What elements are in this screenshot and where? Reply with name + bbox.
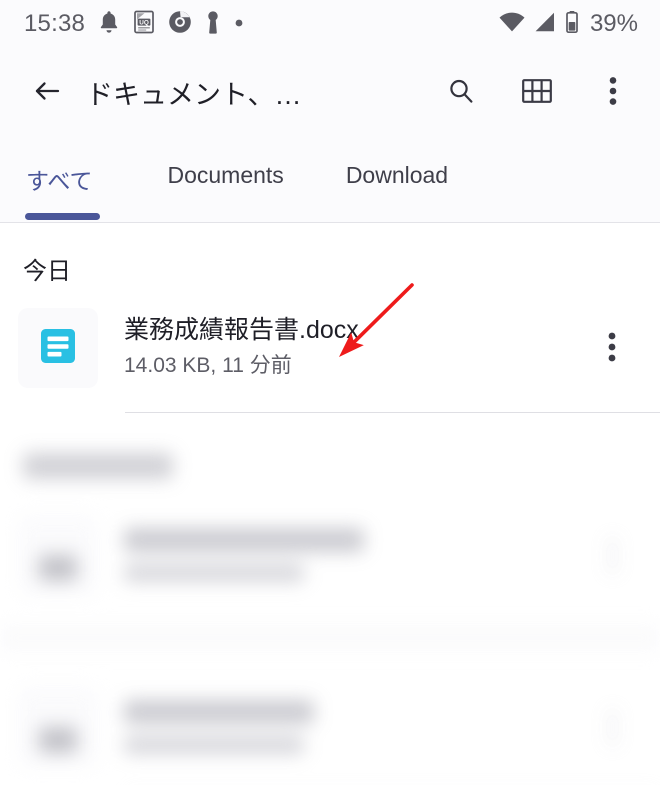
redacted-thumbnail: [18, 515, 98, 595]
redacted-file-info: [124, 528, 588, 582]
redacted-file-meta: [124, 564, 304, 582]
status-bar-left: 15:38 UQ: [24, 10, 244, 39]
grid-view-button[interactable]: [512, 67, 562, 117]
status-bar-clock: 15:38: [24, 10, 86, 37]
svg-text:UQ: UQ: [139, 19, 149, 26]
file-name: 業務成績報告書.docx: [124, 316, 359, 345]
notification-bell-icon: [98, 10, 120, 39]
search-icon: [446, 76, 476, 109]
tab-bar: すべて Documents Download: [0, 136, 660, 222]
app-bar-actions: [436, 67, 638, 117]
section-header-today: 今日: [23, 258, 71, 285]
key-silhouette-icon: [205, 10, 221, 39]
redacted-section-header: [23, 453, 173, 479]
grid-view-icon: [522, 78, 552, 107]
document-file-icon: [36, 324, 80, 373]
android-files-app-screen: 15:38 UQ 39% ドキュメント、… すべて Documents Down…: [0, 0, 660, 785]
redacted-file-meta: [124, 736, 304, 754]
tab-all[interactable]: すべて: [26, 162, 92, 196]
file-meta: 14.03 KB, 11 分前: [124, 354, 292, 378]
dot-icon: [234, 15, 244, 33]
tab-documents[interactable]: Documents: [167, 162, 283, 189]
chrome-icon: [168, 10, 192, 39]
battery-icon: [564, 10, 580, 39]
page-title: ドキュメント、…: [86, 79, 302, 110]
app-bar: ドキュメント、…: [0, 48, 660, 136]
file-info: 業務成績報告書.docx 14.03 KB, 11 分前: [124, 315, 588, 381]
redacted-thumbnail: [18, 687, 98, 767]
back-button[interactable]: [22, 67, 72, 117]
file-thumbnail: [18, 308, 98, 388]
file-list: 今日 業務成績報告書.docx 14.03 KB, 11 分前: [0, 223, 660, 785]
tab-download[interactable]: Download: [346, 162, 448, 189]
overflow-menu-icon: [609, 76, 617, 109]
redacted-overflow-menu[interactable]: [588, 710, 636, 744]
search-button[interactable]: [436, 67, 486, 117]
overflow-menu-button[interactable]: [588, 67, 638, 117]
redacted-file-name: [124, 528, 364, 552]
redacted-file-info: [124, 700, 588, 754]
overflow-menu-icon: [608, 331, 616, 366]
redacted-region: [0, 453, 660, 785]
file-overflow-menu-button[interactable]: [588, 320, 636, 376]
list-divider: [125, 412, 660, 413]
uq-mobile-icon: UQ: [133, 10, 155, 39]
redacted-list-item[interactable]: [0, 687, 660, 767]
file-row[interactable]: 業務成績報告書.docx 14.03 KB, 11 分前: [0, 308, 660, 388]
redacted-band: [0, 625, 660, 651]
status-bar: 15:38 UQ 39%: [0, 0, 660, 48]
status-bar-right: 39%: [498, 10, 638, 39]
battery-percent-label: 39%: [589, 10, 638, 37]
back-arrow-icon: [31, 75, 63, 110]
redacted-file-name: [124, 700, 314, 724]
redacted-list-item[interactable]: [0, 515, 660, 595]
wifi-icon: [498, 10, 526, 39]
cellular-signal-icon: [533, 10, 557, 39]
redacted-overflow-menu[interactable]: [588, 538, 636, 572]
active-tab-indicator: [25, 213, 100, 220]
